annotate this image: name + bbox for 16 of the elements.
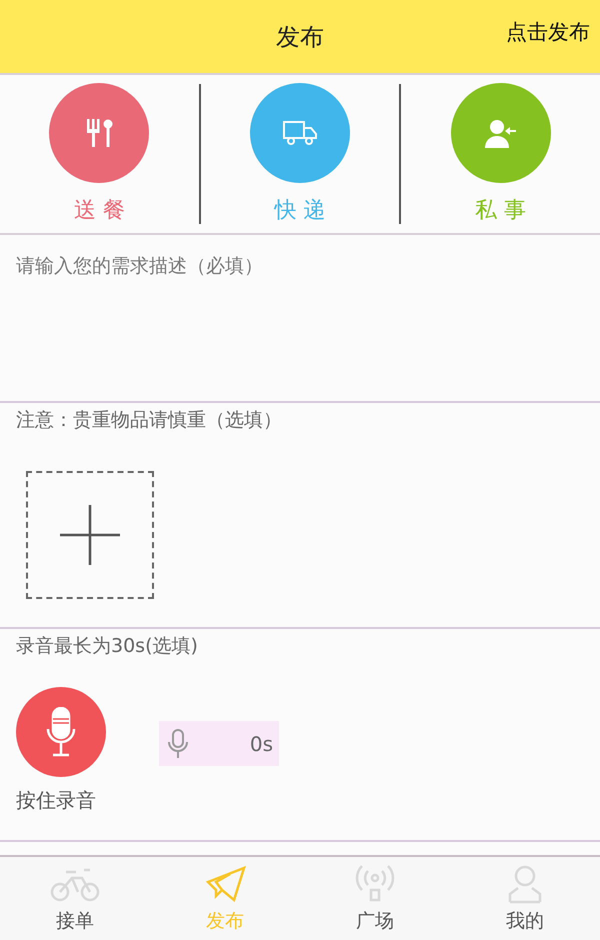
plus-icon <box>60 505 120 565</box>
add-photo-button[interactable] <box>26 471 154 599</box>
nav-tab[interactable]: 广场 <box>300 857 450 940</box>
category-button[interactable]: 送 餐 <box>0 83 199 225</box>
hold-to-record-label: 按住录音 <box>16 787 96 814</box>
microphone-icon <box>167 728 189 758</box>
recording-label: 录音最长为30s(选填) <box>16 634 199 659</box>
truck-icon <box>282 119 318 147</box>
person-arrow-icon <box>484 117 518 149</box>
voice-player[interactable]: 0s <box>159 721 279 766</box>
nav-tab[interactable]: 接单 <box>0 857 150 940</box>
note-label: 注意：贵重物品请慎重（选填） <box>16 408 283 433</box>
publish-button[interactable]: 点击发布 <box>506 18 590 46</box>
microphone-icon <box>46 707 76 757</box>
nav-tab[interactable]: 我的 <box>450 857 600 940</box>
page-title: 发布 <box>276 22 324 52</box>
